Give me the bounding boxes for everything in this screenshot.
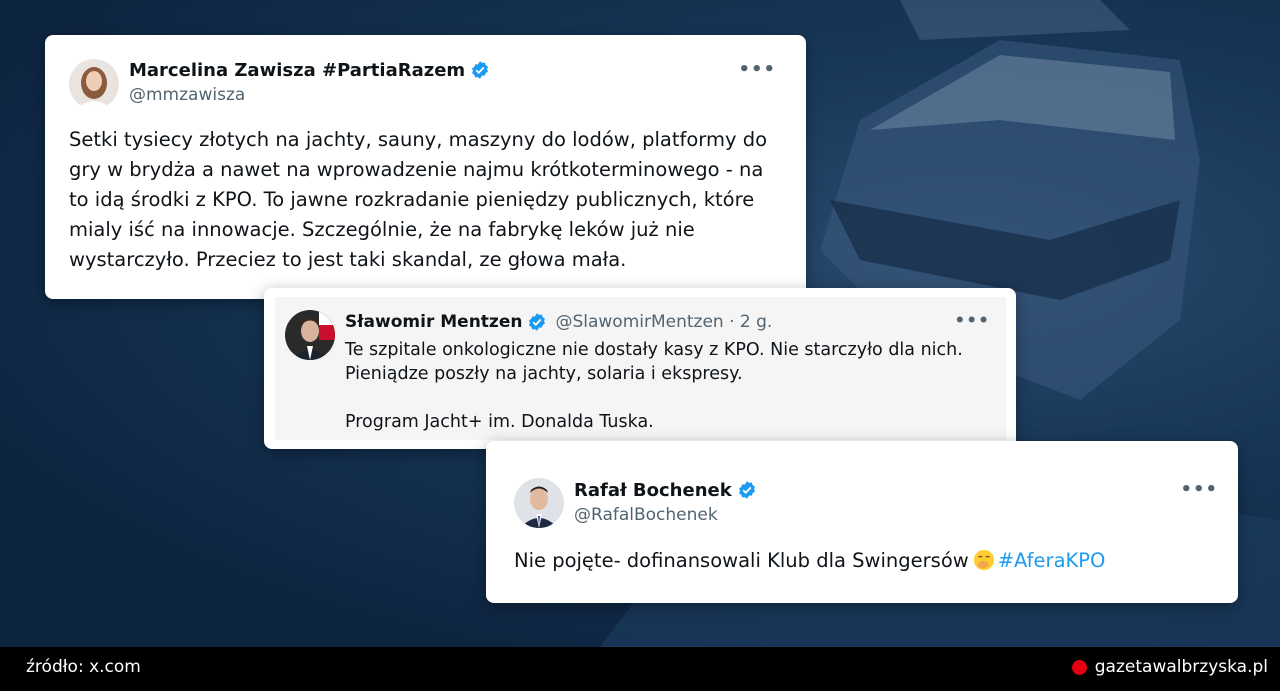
face-with-hand-over-mouth-icon [973, 549, 994, 571]
more-options-icon[interactable]: ••• [1180, 479, 1218, 500]
tweet-text: Nie pojęte- dofinansowali Klub dla Swing… [514, 549, 969, 572]
tweet-text: Setki tysiecy złotych na jachty, sauny, … [69, 128, 768, 271]
hashtag-link[interactable]: #AferaKPO [998, 549, 1106, 572]
author-name-text: Rafał Bochenek [574, 479, 732, 501]
author-handle[interactable]: @mmzawisza [129, 85, 245, 105]
author-name[interactable]: Rafał Bochenek [574, 479, 757, 501]
avatar[interactable] [69, 59, 119, 109]
tweet-text: Te szpitale onkologiczne nie dostały kas… [345, 340, 963, 432]
footer-bar: źródło: x.com gazetawalbrzyska.pl [0, 647, 1280, 691]
more-options-icon[interactable]: ••• [738, 59, 776, 80]
brand-dot-icon [1071, 659, 1087, 675]
verified-badge-icon [472, 61, 489, 79]
author-handle-timestamp[interactable]: @SlawomirMentzen · 2 g. [555, 312, 772, 332]
tweet-card-mentzen[interactable]: Sławomir Mentzen @SlawomirMentzen · 2 g.… [264, 288, 1016, 449]
author-name-text: Sławomir Mentzen [345, 312, 523, 332]
verified-badge-icon [738, 481, 755, 499]
verified-badge-icon [529, 313, 546, 331]
tweet-text-container: Nie pojęte- dofinansowali Klub dla Swing… [514, 548, 1105, 574]
profile-photo-icon [514, 478, 564, 528]
author-name[interactable]: Sławomir Mentzen @SlawomirMentzen · 2 g. [345, 311, 772, 333]
avatar[interactable] [285, 310, 335, 360]
site-branding[interactable]: gazetawalbrzyska.pl [1071, 657, 1268, 677]
author-handle[interactable]: @RafalBochenek [574, 505, 718, 525]
avatar[interactable] [514, 478, 564, 528]
profile-photo-icon [285, 310, 335, 360]
quoted-tweet-container: Sławomir Mentzen @SlawomirMentzen · 2 g.… [275, 297, 1006, 440]
site-name: gazetawalbrzyska.pl [1094, 657, 1268, 677]
author-name[interactable]: Marcelina Zawisza #PartiaRazem [129, 59, 490, 81]
profile-photo-icon [69, 59, 119, 109]
author-name-text: Marcelina Zawisza #PartiaRazem [129, 59, 466, 81]
tweet-card-zawisza[interactable]: Marcelina Zawisza #PartiaRazem @mmzawisz… [45, 35, 806, 299]
tweet-card-bochenek[interactable]: Rafał Bochenek @RafalBochenek ••• Nie po… [486, 441, 1238, 603]
more-options-icon[interactable]: ••• [954, 311, 990, 331]
source-label: źródło: x.com [26, 657, 141, 677]
